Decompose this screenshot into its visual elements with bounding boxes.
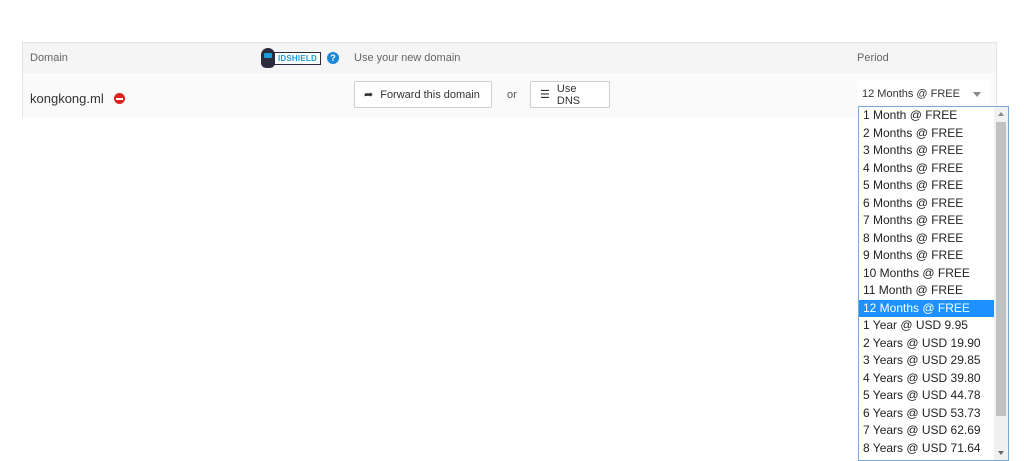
table-row: kongkong.ml ➦ Forward this domain or ☰ U…: [23, 73, 996, 117]
use-dns-label: Use DNS: [556, 82, 581, 107]
remove-icon[interactable]: [114, 93, 125, 104]
scroll-up-arrow-icon[interactable]: [994, 107, 1008, 121]
dropdown-scrollbar[interactable]: [994, 107, 1008, 460]
period-option[interactable]: 3 Months @ FREE: [859, 142, 995, 160]
table-header: Domain IDSHIELD ? Use your new domain Pe…: [23, 43, 996, 74]
period-option[interactable]: 4 Months @ FREE: [859, 160, 995, 178]
period-option[interactable]: 6 Years @ USD 53.73: [859, 405, 995, 423]
domain-name: kongkong.ml: [30, 91, 104, 106]
period-option[interactable]: 5 Years @ USD 44.78: [859, 387, 995, 405]
period-select[interactable]: 12 Months @ FREE: [857, 80, 990, 104]
forward-domain-button[interactable]: ➦ Forward this domain: [354, 81, 492, 108]
use-domain-column-header: Use your new domain: [354, 52, 461, 64]
idshield-logo[interactable]: IDSHIELD ?: [261, 48, 339, 68]
period-option[interactable]: 4 Years @ USD 39.80: [859, 370, 995, 388]
period-select-value: 12 Months @ FREE: [862, 88, 960, 100]
period-option[interactable]: 11 Month @ FREE: [859, 282, 995, 300]
idshield-label: IDSHIELD: [274, 51, 321, 65]
period-option[interactable]: 7 Years @ USD 62.69: [859, 422, 995, 440]
period-option[interactable]: 6 Months @ FREE: [859, 195, 995, 213]
domain-column-header: Domain: [30, 52, 68, 64]
idshield-mascot-icon: [261, 48, 275, 68]
or-separator: or: [507, 89, 517, 101]
period-option[interactable]: 8 Years @ USD 71.64: [859, 440, 995, 458]
period-option[interactable]: 3 Years @ USD 29.85: [859, 352, 995, 370]
list-icon: ☰: [540, 89, 550, 101]
period-column-header: Period: [857, 52, 889, 64]
period-option[interactable]: 10 Months @ FREE: [859, 265, 995, 283]
period-option[interactable]: 1 Year @ USD 9.95: [859, 317, 995, 335]
period-option[interactable]: 1 Month @ FREE: [859, 107, 995, 125]
domain-table: Domain IDSHIELD ? Use your new domain Pe…: [22, 42, 997, 117]
period-option[interactable]: 12 Months @ FREE: [859, 299, 995, 317]
period-option[interactable]: 2 Months @ FREE: [859, 125, 995, 143]
period-option[interactable]: 5 Months @ FREE: [859, 177, 995, 195]
period-option-list: 1 Month @ FREE 2 Months @ FREE 3 Months @ …: [859, 107, 995, 457]
scroll-thumb[interactable]: [996, 122, 1006, 416]
period-option[interactable]: 8 Months @ FREE: [859, 230, 995, 248]
period-option[interactable]: 9 Months @ FREE: [859, 247, 995, 265]
share-arrow-icon: ➦: [364, 89, 374, 101]
period-option[interactable]: 2 Years @ USD 19.90: [859, 335, 995, 353]
period-dropdown[interactable]: 1 Month @ FREE 2 Months @ FREE 3 Months @ …: [858, 106, 1009, 461]
forward-domain-label: Forward this domain: [380, 88, 480, 101]
chevron-down-icon: [973, 92, 981, 97]
help-icon[interactable]: ?: [326, 52, 339, 64]
use-dns-button[interactable]: ☰ Use DNS: [530, 81, 610, 108]
scroll-down-arrow-icon[interactable]: [994, 446, 1008, 460]
period-option[interactable]: 7 Months @ FREE: [859, 212, 995, 230]
